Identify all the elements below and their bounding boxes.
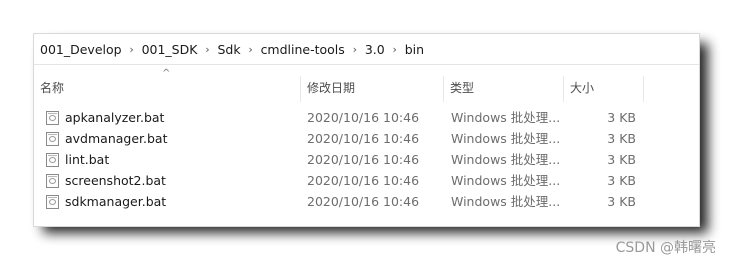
file-row[interactable]: sdkmanager.bat 2020/10/16 10:46 Windows …	[34, 191, 699, 212]
file-date: 2020/10/16 10:46	[307, 110, 420, 125]
file-date: 2020/10/16 10:46	[307, 152, 420, 167]
batch-file-icon	[46, 173, 59, 188]
file-row[interactable]: avdmanager.bat 2020/10/16 10:46 Windows …	[34, 128, 699, 149]
file-size: 3 KB	[607, 173, 636, 188]
batch-file-icon	[46, 152, 59, 167]
file-name: screenshot2.bat	[65, 173, 166, 188]
column-header-name[interactable]: 名称	[34, 74, 300, 102]
batch-file-icon	[46, 110, 59, 125]
column-divider[interactable]	[643, 76, 644, 102]
file-row[interactable]: lint.bat 2020/10/16 10:46 Windows 批处理...…	[34, 149, 699, 170]
file-size: 3 KB	[607, 194, 636, 209]
watermark: CSDN @韩曙亮	[615, 240, 716, 256]
breadcrumb-item[interactable]: 001_SDK	[142, 42, 198, 57]
file-row[interactable]: screenshot2.bat 2020/10/16 10:46 Windows…	[34, 170, 699, 191]
explorer-window: 001_Develop › 001_SDK › Sdk › cmdline-to…	[33, 33, 700, 227]
file-type: Windows 批处理...	[451, 110, 561, 125]
file-type: Windows 批处理...	[451, 152, 561, 167]
file-list: apkanalyzer.bat 2020/10/16 10:46 Windows…	[34, 107, 699, 212]
address-bar[interactable]: 001_Develop › 001_SDK › Sdk › cmdline-to…	[34, 34, 699, 65]
breadcrumb-separator-icon[interactable]: ›	[197, 43, 217, 56]
file-name: avdmanager.bat	[65, 131, 168, 146]
batch-file-icon	[46, 194, 59, 209]
file-type: Windows 批处理...	[451, 131, 561, 146]
file-date: 2020/10/16 10:46	[307, 194, 420, 209]
breadcrumb-separator-icon[interactable]: ›	[122, 43, 142, 56]
breadcrumb-item[interactable]: 001_Develop	[40, 42, 122, 57]
breadcrumb-separator-icon[interactable]: ›	[345, 43, 365, 56]
file-name: apkanalyzer.bat	[65, 110, 165, 125]
file-date: 2020/10/16 10:46	[307, 173, 420, 188]
breadcrumb-item[interactable]: Sdk	[217, 42, 240, 57]
breadcrumb-item[interactable]: bin	[405, 42, 424, 57]
breadcrumb-item[interactable]: cmdline-tools	[261, 42, 345, 57]
file-size: 3 KB	[607, 110, 636, 125]
file-type: Windows 批处理...	[451, 173, 561, 188]
file-type: Windows 批处理...	[451, 194, 561, 209]
file-size: 3 KB	[607, 152, 636, 167]
column-header-date[interactable]: 修改日期	[301, 74, 447, 102]
file-row[interactable]: apkanalyzer.bat 2020/10/16 10:46 Windows…	[34, 107, 699, 128]
column-header-type[interactable]: 类型	[444, 74, 568, 102]
breadcrumb-item[interactable]: 3.0	[365, 42, 385, 57]
batch-file-icon	[46, 131, 59, 146]
column-header-row: ^ 名称 修改日期 类型 大小	[34, 68, 699, 102]
file-name: lint.bat	[65, 152, 110, 167]
breadcrumb-separator-icon[interactable]: ›	[385, 43, 405, 56]
breadcrumb-separator-icon[interactable]: ›	[241, 43, 261, 56]
column-header-size[interactable]: 大小	[564, 74, 648, 102]
file-name: sdkmanager.bat	[65, 194, 167, 209]
file-date: 2020/10/16 10:46	[307, 131, 420, 146]
file-size: 3 KB	[607, 131, 636, 146]
